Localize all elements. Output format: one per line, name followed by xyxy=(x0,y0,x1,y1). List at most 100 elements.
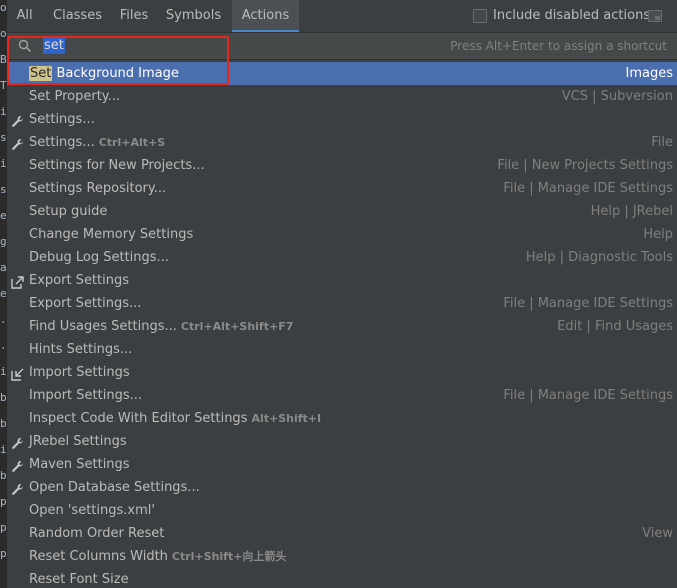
preview-toggle-icon[interactable] xyxy=(648,10,662,22)
result-label: Settings Repository... xyxy=(29,181,167,196)
result-name: Open Database Settings... xyxy=(29,476,200,499)
gutter-char: o xyxy=(0,27,7,40)
gutter-char: b xyxy=(0,391,7,404)
result-location: Help | JRebel xyxy=(590,204,673,219)
result-row[interactable]: Settings for New Projects... File | New P… xyxy=(7,154,677,177)
result-row[interactable]: Export Settings... File | Manage IDE Sett… xyxy=(7,292,677,315)
wrench-icon xyxy=(11,136,24,150)
result-row[interactable]: Change Memory Settings Help xyxy=(7,223,677,246)
gutter-char: g xyxy=(0,235,7,248)
gutter-char: T xyxy=(0,79,7,92)
result-name: Set Background Image xyxy=(29,62,179,85)
result-name: Export Settings xyxy=(29,269,129,292)
result-name: Change Memory Settings xyxy=(29,223,193,246)
gutter-char: a xyxy=(0,261,7,274)
result-name: Settings for New Projects... xyxy=(29,154,205,177)
export-icon xyxy=(11,274,24,289)
result-name: Settings Repository... xyxy=(29,177,166,200)
result-row[interactable]: Import Settings xyxy=(7,361,677,384)
result-label: Hints Settings... xyxy=(29,342,133,357)
result-name: Reset Columns Width Ctrl+Shift+向上箭头 xyxy=(29,545,286,568)
result-location: Images xyxy=(625,66,674,81)
gutter-char: e xyxy=(0,287,7,300)
result-row[interactable]: Reset Font Size xyxy=(7,568,677,588)
search-input[interactable]: set xyxy=(43,37,65,54)
result-location: File | New Projects Settings xyxy=(497,158,673,173)
result-shortcut: Ctrl+Alt+S xyxy=(98,136,166,149)
wrench-icon xyxy=(11,458,24,472)
gutter-char: i xyxy=(0,443,7,456)
match-highlight: Set xyxy=(29,66,53,81)
result-row[interactable]: Open 'settings.xml' xyxy=(7,499,677,522)
result-row[interactable]: Inspect Code With Editor Settings Alt+Shi… xyxy=(7,407,677,430)
result-name: Maven Settings xyxy=(29,453,130,476)
result-name: Find Usages Settings... Ctrl+Alt+Shift+F7 xyxy=(29,315,293,338)
result-row[interactable]: Setup guide Help | JRebel xyxy=(7,200,677,223)
result-row[interactable]: Hints Settings... xyxy=(7,338,677,361)
result-label: Random Order Reset xyxy=(29,526,165,541)
import-icon xyxy=(11,366,24,381)
result-label: Export Settings... xyxy=(29,296,142,311)
result-row[interactable]: Reset Columns Width Ctrl+Shift+向上箭头 xyxy=(7,545,677,568)
result-label: Maven Settings xyxy=(29,457,130,472)
tab-files[interactable]: Files xyxy=(113,0,155,32)
result-name: Settings... xyxy=(29,108,95,131)
result-row[interactable]: Settings... xyxy=(7,108,677,131)
tab-bar: All Classes Files Symbols Actions Includ… xyxy=(7,0,677,33)
shortcut-hint: Press Alt+Enter to assign a shortcut xyxy=(450,39,667,53)
result-label: Settings... xyxy=(29,112,95,127)
result-label: Change Memory Settings xyxy=(29,227,194,242)
wrench-icon xyxy=(11,113,24,127)
result-location: File | Manage IDE Settings xyxy=(503,181,673,196)
result-label: JRebel Settings xyxy=(29,434,127,449)
gutter-char: . xyxy=(0,313,7,326)
gutter-char: p xyxy=(0,521,7,534)
result-label: Inspect Code With Editor Settings xyxy=(29,411,248,426)
search-icon xyxy=(18,39,32,53)
gutter-char: i xyxy=(0,157,7,170)
result-name: Random Order Reset xyxy=(29,522,164,545)
include-disabled-checkbox[interactable] xyxy=(473,9,487,23)
result-location: Help | Diagnostic Tools xyxy=(525,250,673,265)
result-row[interactable]: Open Database Settings... xyxy=(7,476,677,499)
gutter-char: o xyxy=(0,1,7,14)
result-location: Help xyxy=(643,227,673,242)
result-row[interactable]: JRebel Settings xyxy=(7,430,677,453)
editor-gutter: ooBTisisegae..ibbibppp xyxy=(0,0,7,588)
result-label: Set Property... xyxy=(29,89,121,104)
result-location: Edit | Find Usages xyxy=(557,319,673,334)
result-row[interactable]: Set Property... VCS | Subversion xyxy=(7,85,677,108)
tab-classes[interactable]: Classes xyxy=(42,0,113,32)
result-row[interactable]: Settings Repository... File | Manage IDE … xyxy=(7,177,677,200)
gutter-char: . xyxy=(0,339,7,352)
result-name: Inspect Code With Editor Settings Alt+Shi… xyxy=(29,407,321,430)
tab-actions[interactable]: Actions xyxy=(232,0,299,32)
result-label: Background Image xyxy=(52,66,179,81)
result-label: Import Settings... xyxy=(29,388,142,403)
result-row[interactable]: Maven Settings xyxy=(7,453,677,476)
gutter-char: i xyxy=(0,365,7,378)
tab-symbols[interactable]: Symbols xyxy=(155,0,232,32)
result-row[interactable]: Debug Log Settings... Help | Diagnostic T… xyxy=(7,246,677,269)
result-row[interactable]: Settings... Ctrl+Alt+S File xyxy=(7,131,677,154)
result-name: Import Settings... xyxy=(29,384,142,407)
result-shortcut: Ctrl+Alt+Shift+F7 xyxy=(180,320,294,333)
gutter-char: b xyxy=(0,469,7,482)
result-shortcut: Ctrl+Shift+向上箭头 xyxy=(171,550,287,563)
result-row[interactable]: Set Background Image Images xyxy=(7,62,677,85)
result-row[interactable]: Random Order Reset View xyxy=(7,522,677,545)
result-name: Hints Settings... xyxy=(29,338,132,361)
result-row[interactable]: Export Settings xyxy=(7,269,677,292)
include-disabled-label: Include disabled actions xyxy=(493,8,651,23)
gutter-char: b xyxy=(0,417,7,430)
gutter-char: s xyxy=(0,131,7,144)
result-row[interactable]: Find Usages Settings... Ctrl+Alt+Shift+F7… xyxy=(7,315,677,338)
result-label: Open Database Settings... xyxy=(29,480,200,495)
result-location: File | Manage IDE Settings xyxy=(503,388,673,403)
result-label: Debug Log Settings... xyxy=(29,250,169,265)
result-row[interactable]: Import Settings... File | Manage IDE Sett… xyxy=(7,384,677,407)
result-name: Settings... Ctrl+Alt+S xyxy=(29,131,165,154)
result-label: Reset Columns Width xyxy=(29,549,168,564)
tab-all[interactable]: All xyxy=(7,0,42,32)
gutter-char: e xyxy=(0,209,7,222)
